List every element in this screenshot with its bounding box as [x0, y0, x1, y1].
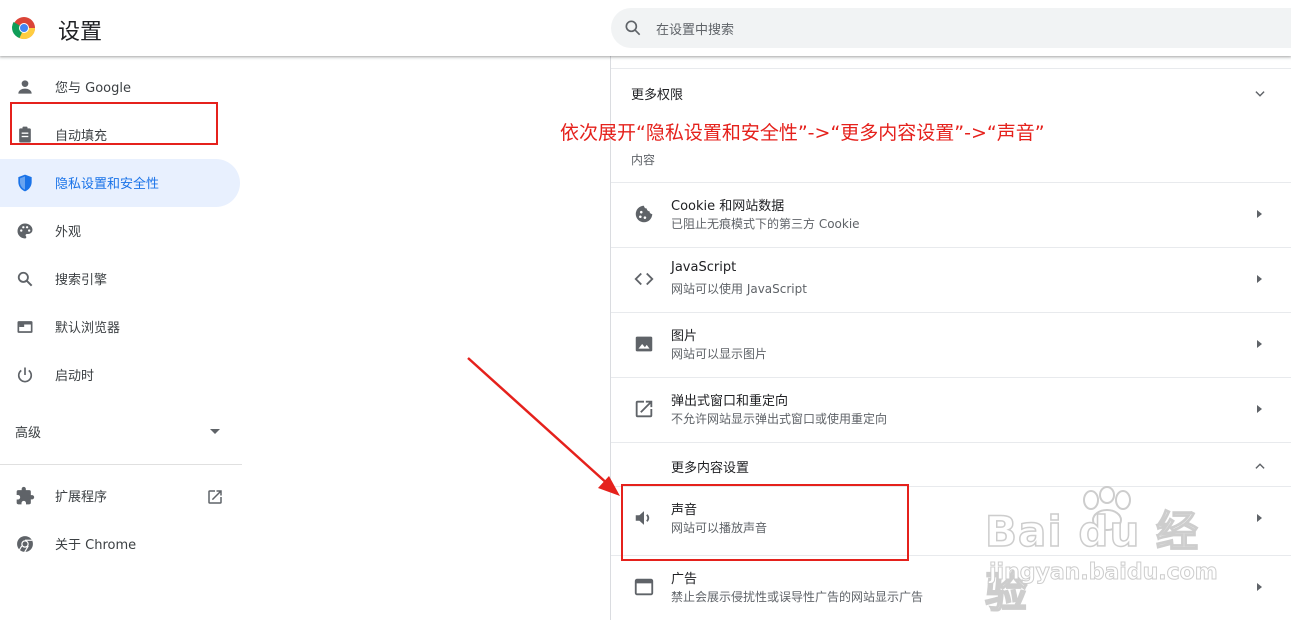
watermark-url: jingyan.baidu.com: [989, 560, 1219, 586]
page-title: 设置: [58, 20, 103, 45]
chrome-logo-icon: [12, 17, 36, 40]
search-placeholder: 在设置中搜索: [656, 23, 735, 38]
search-input[interactable]: 在设置中搜索: [611, 8, 1291, 48]
baidu-jingyan-watermark: Bai du 经验 jingyan.baidu.com: [984, 486, 1225, 618]
watermark-brand: Bai du 经验: [984, 506, 1199, 618]
header: 设置 在设置中搜索: [0, 0, 1291, 56]
search-icon: [625, 20, 641, 36]
